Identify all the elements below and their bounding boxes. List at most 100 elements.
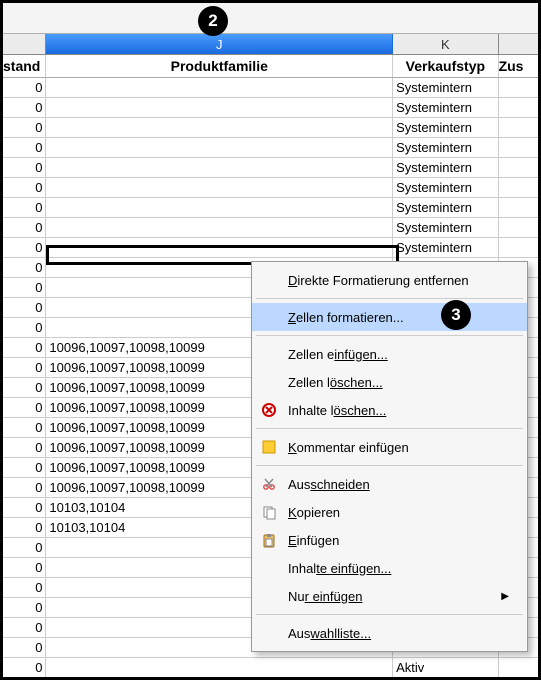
cell-stand[interactable]: 0 — [3, 198, 46, 217]
header-stand[interactable]: stand — [3, 55, 46, 77]
cell-stand[interactable]: 0 — [3, 98, 46, 117]
menu-delete-cells[interactable]: Zellen löschen... — [252, 368, 527, 396]
copy-icon — [260, 503, 278, 521]
colhdr-k[interactable]: K — [393, 34, 498, 54]
cell-verkaufstyp[interactable]: Systemintern — [393, 118, 498, 137]
menu-label: Direkte Formatierung entfernen — [288, 273, 509, 288]
menu-paste-special[interactable]: Inhalte einfügen... — [252, 554, 527, 582]
colhdr-l[interactable] — [499, 34, 538, 54]
header-row: stand Produktfamilie Verkaufstyp Zus — [3, 55, 538, 78]
cell-verkaufstyp[interactable]: Systemintern — [393, 218, 498, 237]
colhdr-j[interactable]: J — [46, 34, 393, 54]
cell-verkaufstyp[interactable]: Systemintern — [393, 178, 498, 197]
cell-produktfamilie[interactable] — [46, 98, 393, 117]
table-row: 0 Systemintern — [3, 238, 538, 258]
cell-stand[interactable]: 0 — [3, 78, 46, 97]
cell-stand[interactable]: 0 — [3, 578, 46, 597]
cell-zus[interactable] — [499, 218, 538, 237]
blank-icon — [260, 345, 278, 363]
cell-zus[interactable] — [499, 78, 538, 97]
cell-produktfamilie[interactable] — [46, 658, 393, 677]
cell-stand[interactable]: 0 — [3, 418, 46, 437]
cell-stand[interactable]: 0 — [3, 478, 46, 497]
cell-zus[interactable] — [499, 98, 538, 117]
cell-stand[interactable]: 0 — [3, 398, 46, 417]
cell-stand[interactable]: 0 — [3, 518, 46, 537]
cell-stand[interactable]: 0 — [3, 158, 46, 177]
header-zus[interactable]: Zus — [499, 55, 538, 77]
menu-paste-only[interactable]: Nur einfügen ▶ — [252, 582, 527, 610]
cell-stand[interactable]: 0 — [3, 378, 46, 397]
cell-zus[interactable] — [499, 178, 538, 197]
menu-delete-contents[interactable]: Inhalte löschen... — [252, 396, 527, 424]
cell-zus[interactable] — [499, 238, 538, 257]
cell-produktfamilie[interactable] — [46, 158, 393, 177]
cell-stand[interactable]: 0 — [3, 138, 46, 157]
colhdr-i[interactable] — [3, 34, 46, 54]
cell-zus[interactable] — [499, 198, 538, 217]
cell-zus[interactable] — [499, 158, 538, 177]
cell-stand[interactable]: 0 — [3, 178, 46, 197]
cell-verkaufstyp[interactable]: Systemintern — [393, 78, 498, 97]
cell-stand[interactable]: 0 — [3, 238, 46, 257]
table-row: 0 Systemintern — [3, 98, 538, 118]
column-letter-row: J K — [3, 34, 538, 55]
cell-stand[interactable]: 0 — [3, 658, 46, 677]
menu-label: Zellen einfügen... — [288, 347, 509, 362]
menu-copy[interactable]: Kopieren — [252, 498, 527, 526]
menu-paste[interactable]: Einfügen — [252, 526, 527, 554]
cell-stand[interactable]: 0 — [3, 278, 46, 297]
blank-icon — [260, 624, 278, 642]
cell-stand[interactable]: 0 — [3, 298, 46, 317]
cell-produktfamilie[interactable] — [46, 78, 393, 97]
cell-stand[interactable]: 0 — [3, 618, 46, 637]
menu-separator — [256, 428, 523, 429]
cell-stand[interactable]: 0 — [3, 558, 46, 577]
cell-stand[interactable]: 0 — [3, 258, 46, 277]
menu-cut[interactable]: Ausschneiden — [252, 470, 527, 498]
menu-format-cells[interactable]: Zellen formatieren... — [252, 303, 527, 331]
menu-insert-comment[interactable]: Kommentar einfügen — [252, 433, 527, 461]
annotation-badge-3: 3 — [441, 300, 471, 330]
cell-produktfamilie[interactable] — [46, 218, 393, 237]
menu-separator — [256, 298, 523, 299]
table-row: 0 Systemintern — [3, 178, 538, 198]
cell-stand[interactable]: 0 — [3, 218, 46, 237]
header-produktfamilie[interactable]: Produktfamilie — [46, 55, 393, 77]
table-row: 0 Systemintern — [3, 138, 538, 158]
cell-stand[interactable]: 0 — [3, 358, 46, 377]
cell-stand[interactable]: 0 — [3, 338, 46, 357]
cell-zus[interactable] — [499, 118, 538, 137]
comment-icon — [260, 438, 278, 456]
cell-stand[interactable]: 0 — [3, 458, 46, 477]
menu-insert-cells[interactable]: Zellen einfügen... — [252, 340, 527, 368]
cell-stand[interactable]: 0 — [3, 498, 46, 517]
menu-selection-list[interactable]: Auswahlliste... — [252, 619, 527, 647]
cell-verkaufstyp[interactable]: Systemintern — [393, 98, 498, 117]
cell-produktfamilie[interactable] — [46, 178, 393, 197]
cell-zus[interactable] — [499, 658, 538, 677]
cell-verkaufstyp[interactable]: Aktiv — [393, 658, 498, 677]
submenu-arrow-icon: ▶ — [501, 591, 509, 602]
cell-verkaufstyp[interactable]: Systemintern — [393, 158, 498, 177]
cell-stand[interactable]: 0 — [3, 438, 46, 457]
cell-verkaufstyp[interactable]: Systemintern — [393, 198, 498, 217]
header-verkaufstyp[interactable]: Verkaufstyp — [393, 55, 498, 77]
cell-stand[interactable]: 0 — [3, 598, 46, 617]
cell-stand[interactable]: 0 — [3, 118, 46, 137]
cell-produktfamilie[interactable] — [46, 238, 393, 257]
menu-label: Einfügen — [288, 533, 509, 548]
cell-produktfamilie[interactable] — [46, 198, 393, 217]
cell-stand[interactable]: 0 — [3, 638, 46, 657]
cell-produktfamilie[interactable] — [46, 118, 393, 137]
blank-icon — [260, 587, 278, 605]
table-row: 0 Systemintern — [3, 158, 538, 178]
cell-stand[interactable]: 0 — [3, 538, 46, 557]
cell-stand[interactable]: 0 — [3, 318, 46, 337]
cell-produktfamilie[interactable] — [46, 138, 393, 157]
table-row: 0 Systemintern — [3, 118, 538, 138]
cell-verkaufstyp[interactable]: Systemintern — [393, 238, 498, 257]
cell-verkaufstyp[interactable]: Systemintern — [393, 138, 498, 157]
menu-remove-direct-formatting[interactable]: Direkte Formatierung entfernen — [252, 266, 527, 294]
cell-zus[interactable] — [499, 138, 538, 157]
